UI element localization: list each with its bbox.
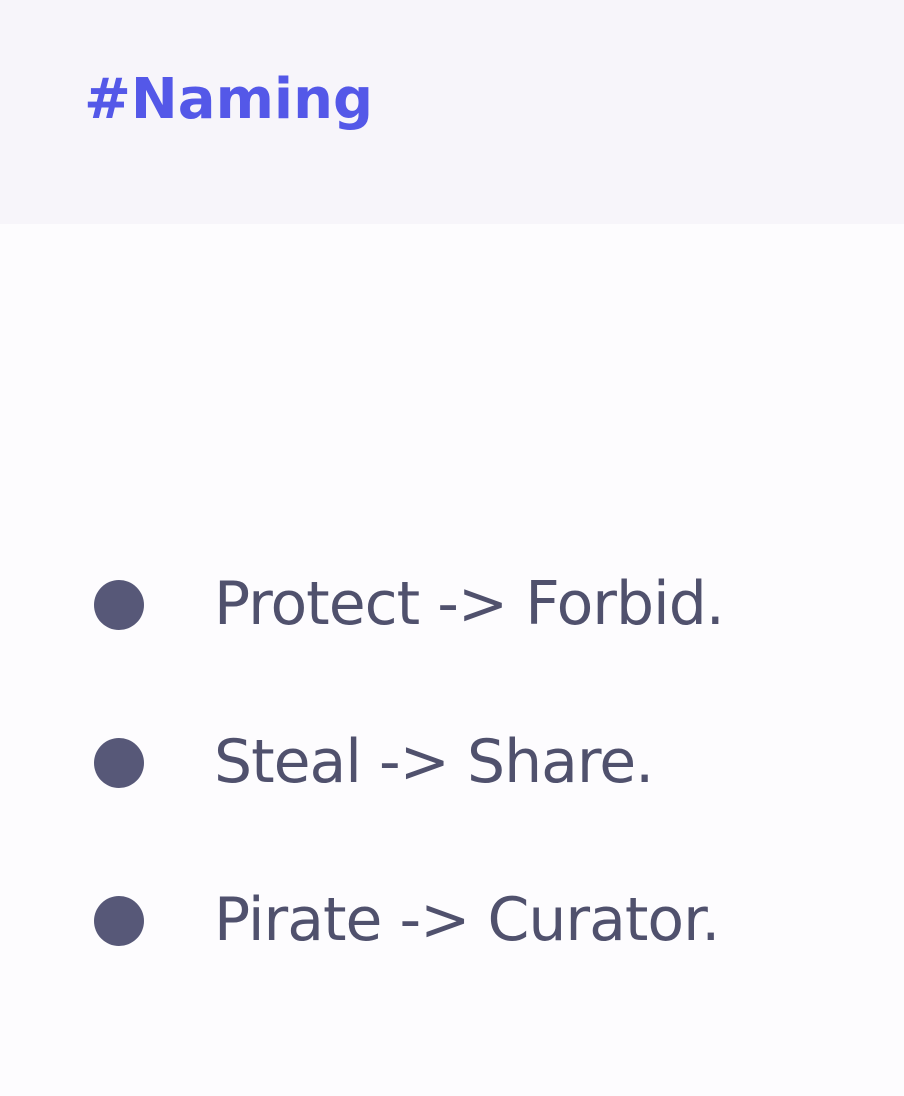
list-item: Pirate -> Curator. (0, 880, 904, 960)
bullet-dot-icon (94, 738, 144, 788)
list-item-text: Steal -> Share. (214, 727, 654, 797)
bullet-dot-icon (94, 580, 144, 630)
bullet-list: Protect -> Forbid. Steal -> Share. Pirat… (0, 0, 904, 1096)
list-item: Steal -> Share. (0, 722, 904, 802)
list-item-text: Protect -> Forbid. (214, 569, 725, 639)
bullet-dot-icon (94, 896, 144, 946)
list-item-text: Pirate -> Curator. (214, 885, 720, 955)
list-item: Protect -> Forbid. (0, 564, 904, 644)
